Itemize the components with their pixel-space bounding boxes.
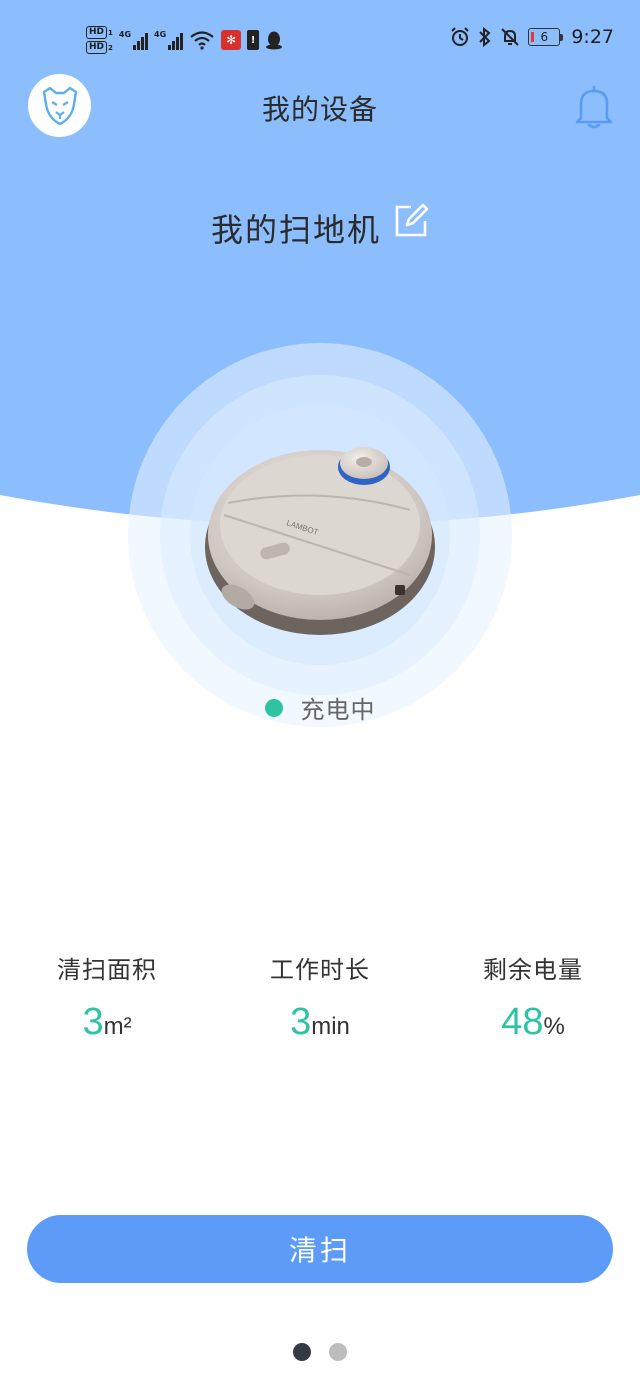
status-indicator-dot: [264, 698, 283, 717]
status-bar-right: 6 9:27: [450, 26, 614, 48]
hd-voice-1-badge: HD 1: [86, 26, 113, 39]
device-name-row: 我的扫地机: [0, 203, 640, 251]
stat-clean-area: 清扫面积 3m²: [7, 950, 207, 1044]
stat-unit: m²: [103, 1013, 132, 1040]
qq-icon: [266, 31, 283, 50]
clean-button[interactable]: 清扫: [27, 1215, 613, 1283]
stat-value: 3: [82, 1001, 104, 1043]
stat-work-duration: 工作时长 3min: [220, 950, 420, 1044]
page-dot-active[interactable]: [293, 1343, 311, 1361]
page-indicator: [0, 1343, 640, 1361]
hd-voice-2-badge: HD 2: [86, 41, 113, 54]
stats-panel: 清扫面积 3m² 工作时长 3min 剩余电量 48%: [0, 950, 640, 1060]
stat-label: 工作时长: [270, 956, 370, 984]
app-notification-icon: ✻: [221, 30, 242, 50]
stat-label: 清扫面积: [57, 956, 157, 984]
mute-icon: [501, 28, 520, 46]
stat-value: 3: [290, 1001, 312, 1043]
stat-unit: %: [543, 1013, 565, 1040]
stat-value: 48: [501, 1001, 544, 1043]
alarm-icon: [451, 27, 470, 46]
status-bar: HD 1 HD 2 4G 4G ✻ ! 6 9:27: [0, 0, 640, 80]
battery-icon: 6: [528, 28, 564, 46]
page-dot[interactable]: [329, 1343, 347, 1361]
status-text: 充电中: [300, 696, 376, 724]
edit-icon[interactable]: [393, 203, 429, 239]
robot-display: LAMBOT: [128, 343, 512, 727]
signal-1-icon: 4G: [119, 30, 149, 50]
alert-notification-icon: !: [247, 30, 260, 50]
wifi-icon: [190, 31, 214, 50]
device-status: 充电中: [0, 690, 640, 725]
device-name: 我的扫地机: [210, 211, 381, 249]
battery-level: 6: [540, 30, 549, 44]
page-title: 我的设备: [261, 93, 378, 126]
bell-icon[interactable]: [572, 84, 616, 130]
stat-label: 剩余电量: [483, 956, 583, 984]
stat-remaining-battery: 剩余电量 48%: [433, 950, 633, 1044]
signal-2-icon: 4G: [154, 30, 184, 50]
bluetooth-icon: [479, 27, 491, 47]
clock: 9:27: [571, 26, 614, 48]
stat-unit: min: [311, 1013, 350, 1040]
status-bar-left: HD 1 HD 2 4G 4G ✻ !: [86, 20, 283, 60]
